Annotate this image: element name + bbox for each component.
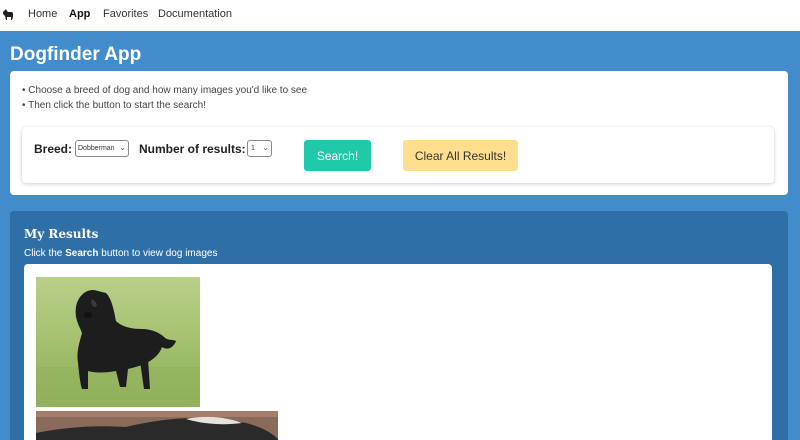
breed-select-value: Dobberman (78, 145, 115, 152)
breed-label: Breed: (34, 142, 73, 156)
dog-photo (36, 411, 278, 440)
chevron-down-icon: ⌄ (119, 143, 126, 152)
results-heading: My Results (24, 227, 99, 241)
results-hint-bold: Search (65, 248, 99, 259)
breed-select[interactable]: Dobberman ⌄ (75, 140, 129, 157)
page-title: Dogfinder App (10, 44, 142, 65)
results-panel: My Results Click the Search button to vi… (10, 211, 788, 440)
results-count-select[interactable]: 1 ⌄ (247, 140, 272, 157)
results-count-value: 1 (251, 145, 255, 152)
instruction-1: • Choose a breed of dog and how many ima… (22, 85, 308, 96)
results-image-area (24, 264, 772, 440)
instruction-2: • Then click the button to start the sea… (22, 100, 206, 111)
results-hint-suffix: button to view dog images (98, 248, 218, 259)
nav-home-link[interactable]: Home (28, 8, 57, 20)
number-of-results-label: Number of results: (139, 142, 246, 156)
dog-icon[interactable] (2, 8, 14, 22)
results-hint-prefix: Click the (24, 248, 66, 259)
app-page: Dogfinder App • Choose a breed of dog an… (0, 31, 800, 440)
search-button[interactable]: Search! (304, 140, 371, 171)
nav-app-link[interactable]: App (69, 8, 90, 20)
results-hint: Click the Search button to view dog imag… (24, 248, 217, 259)
nav-favorites-link[interactable]: Favorites (103, 8, 148, 20)
chevron-down-icon: ⌄ (262, 143, 269, 152)
top-nav: Home App Favorites Documentation (0, 0, 800, 31)
nav-documentation-link[interactable]: Documentation (158, 8, 232, 20)
dog-photo (36, 277, 200, 407)
search-card: • Choose a breed of dog and how many ima… (10, 71, 788, 195)
clear-all-results-button[interactable]: Clear All Results! (403, 140, 518, 171)
search-form: Breed: Dobberman ⌄ Number of results: 1 … (22, 127, 774, 183)
